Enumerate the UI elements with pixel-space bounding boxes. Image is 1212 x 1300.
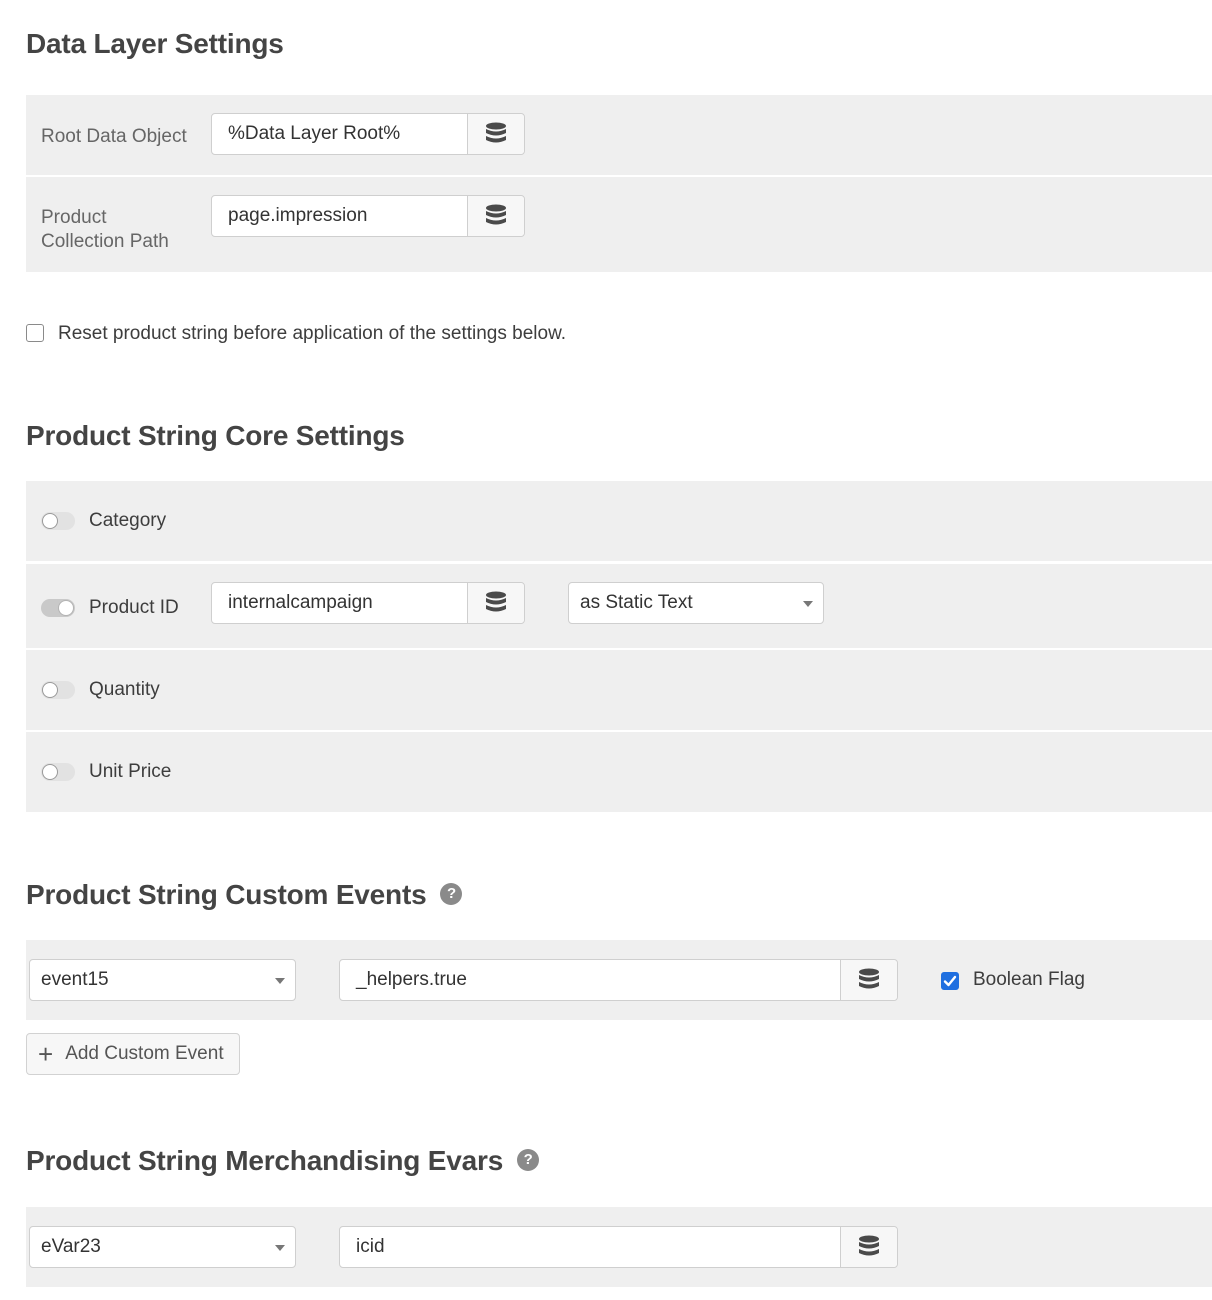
quantity-label: Quantity [89, 679, 160, 700]
add-custom-event-label: Add Custom Event [65, 1043, 224, 1064]
data-element-picker-button[interactable] [467, 583, 524, 623]
core-settings-title: Product String Core Settings [26, 420, 405, 451]
product-collection-path-label-line1: Product [41, 207, 107, 228]
root-data-object-input[interactable]: %Data Layer Root% [212, 114, 467, 154]
database-icon [486, 591, 506, 612]
quantity-row: Quantity [26, 650, 1212, 730]
add-custom-event-button[interactable]: + Add Custom Event [26, 1033, 240, 1075]
product-id-field: internalcampaign [211, 582, 525, 624]
root-data-object-field: %Data Layer Root% [211, 113, 525, 155]
custom-event-value-input[interactable]: _helpers.true [340, 960, 840, 1000]
product-id-input[interactable]: internalcampaign [212, 583, 467, 623]
evar-select[interactable]: eVar23 [29, 1226, 296, 1268]
chevron-down-icon [803, 601, 813, 607]
unit-price-toggle[interactable] [41, 763, 75, 781]
boolean-flag-label: Boolean Flag [973, 969, 1085, 990]
help-icon[interactable]: ? [517, 1148, 540, 1171]
root-data-object-label: Root Data Object [41, 126, 187, 147]
merchandising-evars-title-text: Product String Merchandising Evars [26, 1145, 504, 1176]
chevron-down-icon [275, 978, 285, 984]
product-id-row: Product ID internalcampaign as Static Te… [26, 564, 1212, 648]
root-data-object-row: Root Data Object %Data Layer Root% [26, 95, 1212, 175]
chevron-down-icon [275, 1245, 285, 1251]
evar-select-value: eVar23 [41, 1236, 101, 1257]
checkmark-icon [943, 975, 957, 987]
product-id-mode-value: as Static Text [580, 592, 693, 613]
merchandising-evars-title: Product String Merchandising Evars? [26, 1145, 540, 1177]
category-label: Category [89, 510, 167, 531]
product-collection-path-input[interactable]: page.impression [212, 196, 467, 236]
data-element-picker-button[interactable] [840, 1227, 897, 1267]
product-collection-path-label-line2: Collection Path [41, 231, 169, 252]
custom-event-value-field: _helpers.true [339, 959, 898, 1001]
product-collection-path-field: page.impression [211, 195, 525, 237]
quantity-toggle[interactable] [41, 681, 75, 699]
custom-event-select-value: event15 [41, 969, 109, 990]
unit-price-label: Unit Price [89, 761, 172, 782]
category-toggle[interactable] [41, 512, 75, 530]
help-icon[interactable]: ? [440, 882, 463, 905]
product-collection-path-row: Product Collection Path page.impression [26, 177, 1212, 272]
database-icon [859, 1235, 879, 1256]
database-icon [859, 968, 879, 989]
custom-event-select[interactable]: event15 [29, 959, 296, 1001]
product-collection-path-label: Product Collection Path [41, 206, 169, 254]
product-id-mode-select[interactable]: as Static Text [568, 582, 824, 624]
custom-events-title-text: Product String Custom Events [26, 879, 427, 910]
category-row: Category [26, 481, 1212, 561]
product-id-label: Product ID [89, 597, 179, 618]
reset-product-string-label: Reset product string before application … [58, 323, 567, 344]
database-icon [486, 204, 506, 225]
evar-row: eVar23 icid [26, 1207, 1212, 1287]
unit-price-row: Unit Price [26, 732, 1212, 812]
data-layer-title: Data Layer Settings [26, 28, 284, 59]
data-element-picker-button[interactable] [467, 114, 524, 154]
database-icon [486, 122, 506, 143]
evar-value-field: icid [339, 1226, 898, 1268]
data-element-picker-button[interactable] [467, 196, 524, 236]
plus-icon: + [38, 1039, 54, 1069]
data-element-picker-button[interactable] [840, 960, 897, 1000]
custom-events-title: Product String Custom Events? [26, 879, 463, 911]
custom-event-row: event15 _helpers.true Boolean Flag [26, 940, 1212, 1020]
evar-value-input[interactable]: icid [340, 1227, 840, 1267]
product-id-toggle[interactable] [41, 599, 75, 617]
boolean-flag-checkbox[interactable] [941, 972, 959, 990]
reset-product-string-checkbox[interactable] [26, 324, 44, 342]
